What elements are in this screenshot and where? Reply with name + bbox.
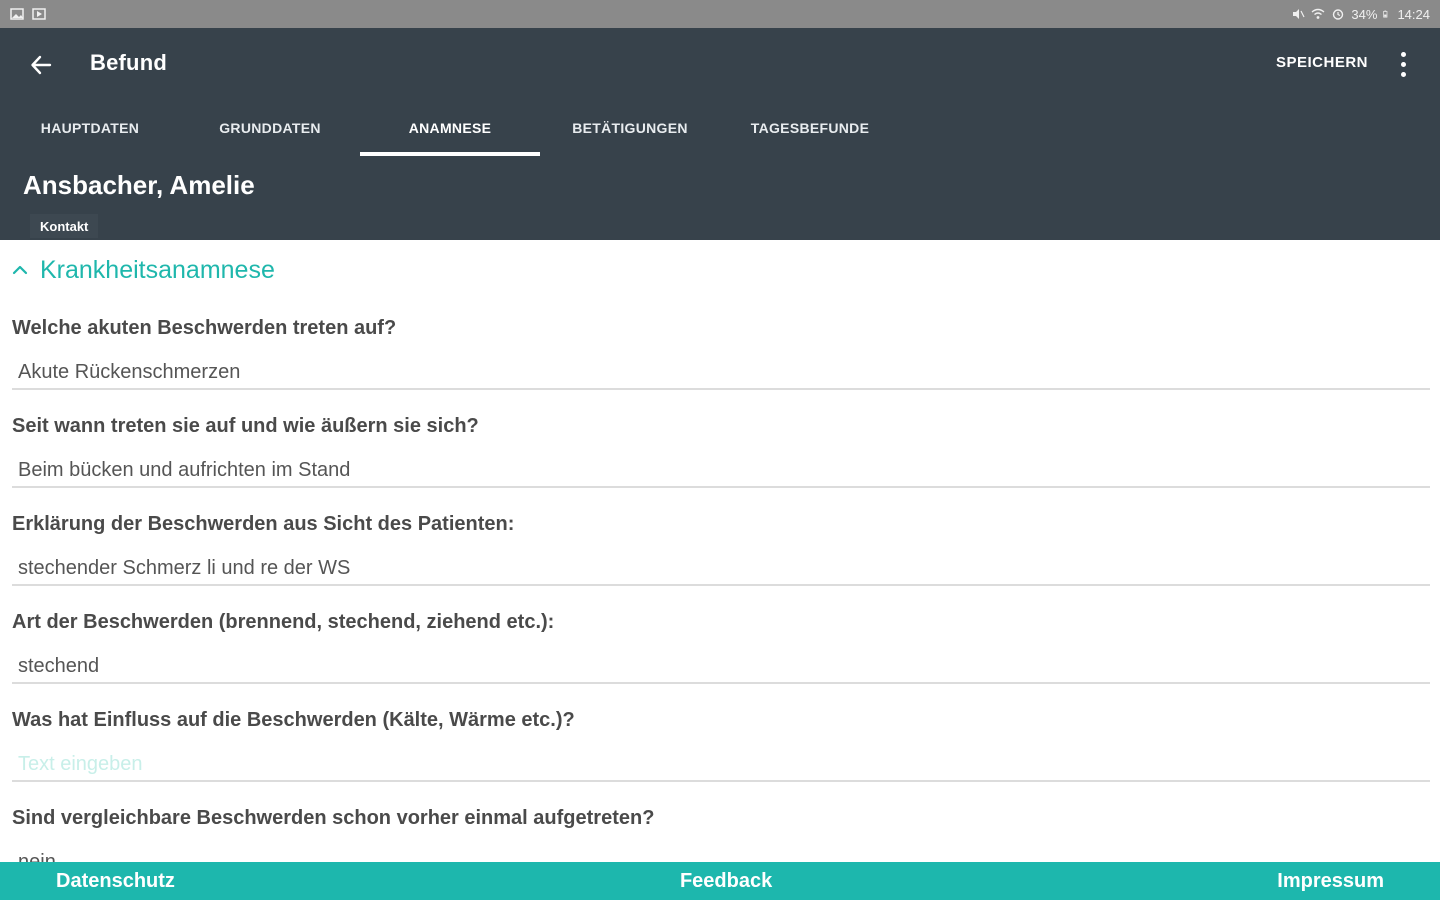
question-label: Erklärung der Beschwerden aus Sicht des … bbox=[12, 513, 515, 535]
footer-bar: Datenschutz Feedback Impressum bbox=[0, 862, 1440, 900]
tab-anamnese[interactable]: ANAMNESE bbox=[360, 100, 540, 156]
contact-button[interactable]: Kontakt bbox=[30, 214, 99, 238]
arrow-left-icon bbox=[31, 55, 52, 75]
app-header: Befund SPEICHERN HAUPTDATEN GRUNDDATEN A… bbox=[0, 28, 1440, 240]
question-complaint-type: Art der Beschwerden (brennend, stechend,… bbox=[12, 608, 1432, 684]
section-title: Krankheitsanamnese bbox=[40, 255, 275, 284]
save-button[interactable]: SPEICHERN bbox=[1276, 54, 1368, 71]
tab-hauptdaten[interactable]: HAUPTDATEN bbox=[0, 100, 180, 156]
question-label: Welche akuten Beschwerden treten auf? bbox=[12, 317, 397, 339]
answer-input[interactable] bbox=[12, 846, 1430, 862]
toolbar: Befund SPEICHERN bbox=[0, 28, 1440, 100]
answer-input[interactable] bbox=[12, 454, 1430, 488]
answer-input[interactable] bbox=[12, 748, 1430, 782]
question-previous-occurrence: Sind vergleichbare Beschwerden schon vor… bbox=[12, 804, 1432, 862]
status-bar: 34% 14:24 bbox=[0, 0, 1440, 28]
anamnesis-form: Krankheitsanamnese Welche akuten Beschwe… bbox=[0, 240, 1440, 862]
question-label: Was hat Einfluss auf die Beschwerden (Kä… bbox=[12, 709, 575, 731]
tab-grunddaten[interactable]: GRUNDDATEN bbox=[180, 100, 360, 156]
play-store-icon bbox=[32, 8, 46, 20]
back-button[interactable] bbox=[22, 46, 60, 84]
status-left-icons bbox=[10, 8, 46, 20]
battery-level: 34% bbox=[1351, 6, 1378, 22]
answer-input[interactable] bbox=[12, 356, 1430, 390]
tab-betaetigungen[interactable]: BETÄTIGUNGEN bbox=[540, 100, 720, 156]
answer-input[interactable] bbox=[12, 552, 1430, 586]
question-label: Art der Beschwerden (brennend, stechend,… bbox=[12, 611, 555, 633]
section-header-krankheitsanamnese[interactable]: Krankheitsanamnese bbox=[10, 250, 275, 290]
question-acute-complaints: Welche akuten Beschwerden treten auf? bbox=[12, 314, 1432, 390]
battery-icon bbox=[1383, 10, 1388, 18]
feedback-link[interactable]: Feedback bbox=[680, 870, 772, 893]
answer-input[interactable] bbox=[12, 650, 1430, 684]
question-since-when: Seit wann treten sie auf und wie äußern … bbox=[12, 412, 1432, 488]
mute-icon bbox=[1293, 9, 1305, 19]
patient-name: Ansbacher, Amelie bbox=[23, 170, 255, 200]
image-notification-icon bbox=[10, 8, 24, 20]
tab-bar: HAUPTDATEN GRUNDDATEN ANAMNESE BETÄTIGUN… bbox=[0, 100, 900, 156]
question-label: Sind vergleichbare Beschwerden schon vor… bbox=[12, 807, 655, 829]
more-vert-icon bbox=[1400, 51, 1406, 57]
page-title: Befund bbox=[90, 50, 167, 75]
privacy-link[interactable]: Datenschutz bbox=[56, 870, 175, 893]
alarm-icon bbox=[1333, 9, 1344, 20]
chevron-up-icon bbox=[10, 260, 30, 280]
wifi-icon bbox=[1311, 8, 1325, 19]
more-options-button[interactable] bbox=[1388, 48, 1418, 80]
question-influences: Was hat Einfluss auf die Beschwerden (Kä… bbox=[12, 706, 1432, 782]
question-patient-explanation: Erklärung der Beschwerden aus Sicht des … bbox=[12, 510, 1432, 586]
clock: 14:24 bbox=[1397, 6, 1430, 22]
status-right-icons: 34% 14:24 bbox=[1291, 7, 1430, 22]
question-label: Seit wann treten sie auf und wie äußern … bbox=[12, 415, 479, 437]
imprint-link[interactable]: Impressum bbox=[1277, 870, 1384, 893]
tab-tagesbefunde[interactable]: TAGESBEFUNDE bbox=[720, 100, 900, 156]
